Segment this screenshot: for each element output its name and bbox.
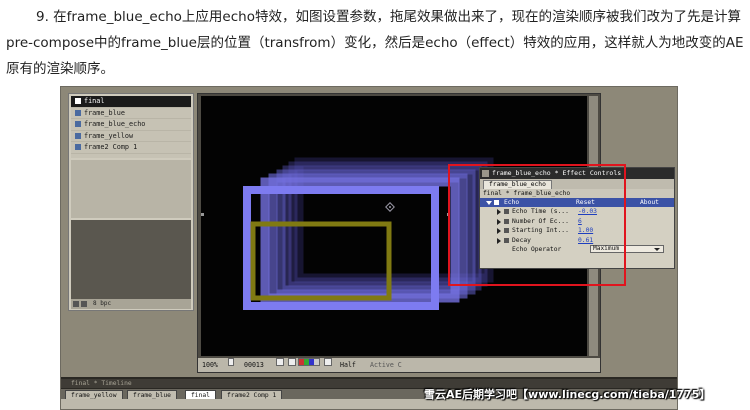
composition-icon	[75, 144, 81, 150]
snapshot-icon[interactable]	[276, 358, 284, 366]
tab-final[interactable]: final	[185, 390, 216, 399]
project-item-label: frame2 Comp 1	[84, 143, 138, 151]
project-item-frame2-comp[interactable]: frame2 Comp 1	[71, 142, 191, 154]
resolution-dropdown[interactable]: Half	[340, 358, 356, 372]
composition-icon	[75, 109, 81, 116]
project-lower-area	[71, 220, 191, 300]
project-item-final[interactable]: final	[71, 96, 191, 108]
project-item-frame-blue[interactable]: frame_blue	[71, 108, 191, 119]
tab-frame-blue[interactable]: frame_blue	[127, 390, 177, 399]
region-of-interest-icon[interactable]	[324, 358, 332, 366]
project-item-frame-blue-echo[interactable]: frame_blue_echo	[71, 119, 191, 131]
bit-depth-label[interactable]: 8 bpc	[93, 300, 111, 307]
project-item-label: frame_yellow	[84, 131, 134, 140]
project-item-list: final frame_blue frame_blue_echo frame_y…	[71, 96, 191, 158]
composition-icon	[75, 132, 81, 139]
project-panel: final frame_blue frame_blue_echo frame_y…	[68, 93, 194, 311]
zoom-dropdown-icon[interactable]	[228, 358, 234, 366]
project-item-frame-yellow[interactable]: frame_yellow	[71, 131, 191, 142]
zoom-level[interactable]: 100%	[202, 358, 218, 372]
channel-icon[interactable]	[298, 358, 320, 366]
layer-handle[interactable]	[201, 213, 204, 216]
view-dropdown[interactable]: Active C	[370, 358, 402, 372]
about-button[interactable]: About	[640, 198, 659, 207]
project-item-label: frame_blue	[84, 108, 125, 117]
current-timecode[interactable]: 00013	[244, 358, 264, 372]
project-item-label: frame_blue_echo	[84, 120, 146, 128]
tab-frame2-comp-1[interactable]: frame2 Comp 1	[221, 390, 283, 399]
new-folder-icon[interactable]	[81, 301, 87, 307]
tab-frame-yellow[interactable]: frame_yellow	[65, 390, 123, 399]
interpret-footage-icon[interactable]	[73, 301, 79, 307]
comp-status-bar: 100% 00013 Half Active C	[198, 358, 600, 372]
composition-icon	[75, 121, 81, 127]
watermark: 雪云AE后期学习吧【www.linecg.com/tieba/1775】	[424, 388, 711, 401]
project-footer: 8 bpc	[71, 299, 191, 309]
ae-screenshot: final frame_blue frame_blue_echo frame_y…	[60, 86, 678, 410]
project-empty-area	[71, 160, 191, 218]
highlight-box	[448, 164, 626, 286]
article-paragraph: 9. 在frame_blue_echo上应用echo特效，如图设置参数，拖尾效果…	[6, 9, 744, 77]
project-item-label: final	[84, 97, 105, 105]
composition-icon	[75, 98, 81, 104]
anchor-point-icon[interactable]	[385, 202, 395, 212]
show-snapshot-icon[interactable]	[288, 358, 296, 366]
